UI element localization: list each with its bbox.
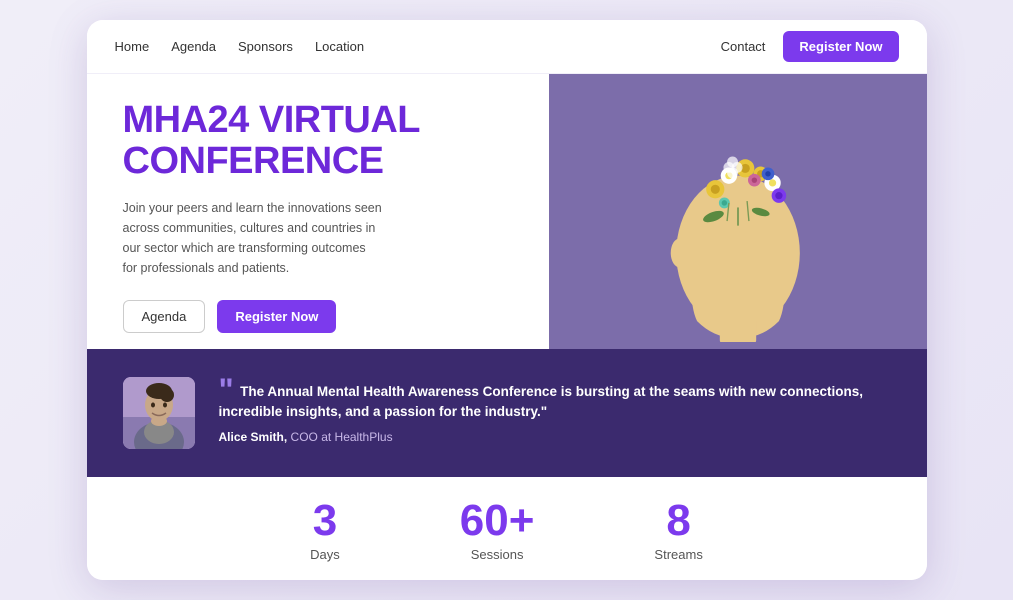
testimonial-content: " The Annual Mental Health Awareness Con…: [219, 382, 891, 445]
hero-buttons: Agenda Register Now: [123, 300, 513, 333]
stat-days-label: Days: [310, 547, 340, 562]
stat-sessions-number: 60+: [460, 499, 535, 543]
hero-section: MHA24 Virtual Conference Join your peers…: [87, 74, 927, 349]
avatar-image: [123, 377, 195, 449]
avatar: [123, 377, 195, 449]
navbar: Home Agenda Sponsors Location Contact Re…: [87, 20, 927, 74]
testimonial-quote: " The Annual Mental Health Awareness Con…: [219, 382, 891, 423]
hero-left: MHA24 Virtual Conference Join your peers…: [87, 74, 549, 349]
register-button[interactable]: Register Now: [217, 300, 336, 333]
stat-days: 3 Days: [250, 499, 400, 562]
nav-links: Home Agenda Sponsors Location: [115, 39, 365, 54]
nav-contact[interactable]: Contact: [721, 39, 766, 54]
author-name: Alice Smith,: [219, 430, 288, 444]
author-role: COO at HealthPlus: [291, 430, 393, 444]
hero-description: Join your peers and learn the innovation…: [123, 198, 383, 278]
nav-agenda[interactable]: Agenda: [171, 39, 216, 54]
testimonial-text: The Annual Mental Health Awareness Confe…: [219, 384, 864, 419]
nav-sponsors[interactable]: Sponsors: [238, 39, 293, 54]
stat-days-number: 3: [313, 499, 337, 543]
stat-streams: 8 Streams: [594, 499, 762, 562]
nav-register-button[interactable]: Register Now: [783, 31, 898, 62]
testimonial-author: Alice Smith, COO at HealthPlus: [219, 430, 891, 444]
head-illustration: [638, 82, 838, 342]
browser-window: Home Agenda Sponsors Location Contact Re…: [87, 20, 927, 580]
stat-sessions: 60+ Sessions: [400, 499, 595, 562]
nav-location[interactable]: Location: [315, 39, 364, 54]
stat-sessions-label: Sessions: [471, 547, 524, 562]
hero-image: [549, 74, 927, 349]
stats-section: 3 Days 60+ Sessions 8 Streams: [87, 477, 927, 580]
stat-streams-number: 8: [666, 499, 690, 543]
nav-home[interactable]: Home: [115, 39, 150, 54]
stat-streams-label: Streams: [654, 547, 702, 562]
quote-mark: ": [219, 382, 234, 398]
hero-title: MHA24 Virtual Conference: [123, 100, 513, 182]
agenda-button[interactable]: Agenda: [123, 300, 206, 333]
testimonial-section: " The Annual Mental Health Awareness Con…: [87, 349, 927, 477]
nav-right: Contact Register Now: [721, 31, 899, 62]
